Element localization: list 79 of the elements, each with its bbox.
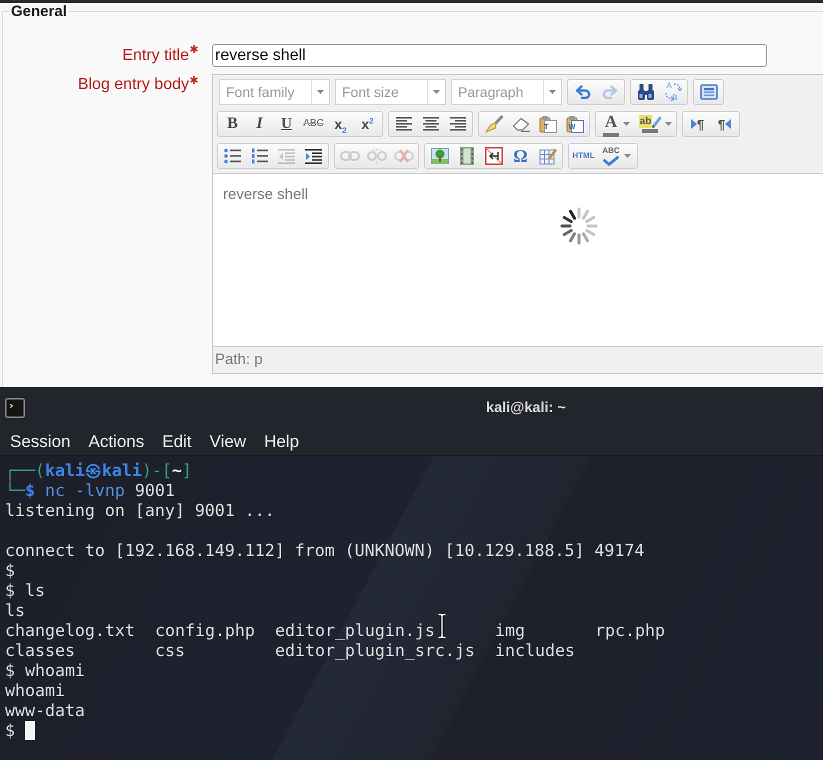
file-name: editor_plugin.js bbox=[275, 621, 435, 641]
menu-item[interactable]: Help bbox=[255, 428, 308, 455]
outdent-icon bbox=[278, 148, 295, 164]
caret-icon bbox=[317, 90, 324, 94]
menu-item[interactable]: Actions bbox=[79, 428, 154, 455]
output-line: $ whoami bbox=[5, 661, 86, 681]
highlight-button[interactable]: ab bbox=[636, 112, 675, 136]
chain-cross-icon bbox=[394, 149, 414, 163]
clipboard-icon bbox=[538, 115, 556, 133]
file-name: includes bbox=[495, 641, 575, 661]
eraser-icon bbox=[512, 116, 530, 132]
clipboard-icon bbox=[566, 115, 584, 133]
section-legend: General bbox=[9, 3, 69, 20]
pencil-icon bbox=[652, 116, 662, 128]
subscript-button[interactable]: x$_{2}$ bbox=[327, 112, 354, 136]
caret-icon bbox=[433, 90, 440, 94]
element-path: Path: p bbox=[215, 351, 263, 368]
crossed-box-icon bbox=[484, 147, 502, 165]
dotted-arrow-icon bbox=[664, 83, 682, 101]
bold-button[interactable]: B bbox=[219, 112, 246, 136]
caret-icon bbox=[549, 90, 556, 94]
align-center-icon bbox=[422, 117, 438, 131]
align-left-icon bbox=[396, 117, 412, 131]
window-icon bbox=[700, 84, 718, 100]
redo-icon bbox=[602, 85, 618, 99]
prompt-sign: $ bbox=[5, 721, 15, 740]
table-pencil-icon bbox=[538, 147, 556, 165]
window-title: kali@kali: ~ bbox=[486, 400, 566, 416]
output-line: connect to [192.168.149.112] from (UNKNOWN) [10.129.188.5] 49174 bbox=[5, 541, 646, 561]
output-line: ls bbox=[5, 601, 26, 621]
ltr-button[interactable]: ¶ bbox=[684, 112, 711, 136]
font-color-button[interactable]: A bbox=[597, 112, 636, 136]
file-name: config.php bbox=[155, 621, 255, 641]
special-char-button[interactable]: Ω bbox=[507, 144, 534, 168]
html-button[interactable]: HTML bbox=[570, 144, 597, 168]
broken-link-icon bbox=[366, 148, 386, 164]
triangle-icon bbox=[725, 119, 732, 129]
indent-icon bbox=[305, 148, 322, 164]
prompt-line: ┌──(kali㉿kali)-[~] bbox=[5, 461, 193, 480]
output-line: whoami bbox=[5, 681, 66, 701]
color-swatch-icon bbox=[603, 132, 619, 136]
italic-button[interactable]: I bbox=[246, 112, 273, 136]
file-name: img bbox=[495, 621, 525, 641]
checkmark-icon bbox=[603, 156, 619, 166]
menu-item[interactable]: Session bbox=[1, 428, 80, 455]
picture-icon bbox=[430, 148, 448, 164]
undo-icon bbox=[574, 85, 590, 99]
field-label: Blog entry body bbox=[78, 76, 189, 94]
film-strip-icon bbox=[460, 147, 474, 165]
file-name: editor_plugin_src.js bbox=[275, 641, 475, 661]
align-right-icon bbox=[450, 117, 466, 131]
editor-content-area[interactable]: reverse shell bbox=[213, 173, 823, 347]
output-line: listening on [any] 9001 ... bbox=[5, 501, 276, 521]
underline-button[interactable]: U bbox=[273, 112, 300, 136]
triangle-icon bbox=[690, 119, 697, 129]
text-cursor-icon bbox=[437, 613, 447, 639]
color-swatch-icon bbox=[642, 129, 658, 133]
spellcheck-button[interactable]: ABC bbox=[597, 144, 636, 168]
output-line: $ bbox=[5, 561, 16, 581]
superscript-button[interactable]: x$^{2}$ bbox=[354, 112, 381, 136]
menu-item[interactable]: Edit bbox=[153, 428, 201, 455]
file-name: css bbox=[155, 641, 185, 661]
title-input[interactable]: reverse shell bbox=[212, 44, 767, 67]
output-line: $ ls bbox=[5, 581, 46, 601]
file-name: changelog.txt bbox=[5, 621, 135, 641]
file-name: rpc.php bbox=[595, 621, 665, 641]
file-name: classes bbox=[5, 641, 75, 661]
rtl-button[interactable]: ¶ bbox=[711, 112, 738, 136]
paintbrush-icon bbox=[484, 115, 502, 133]
bullet-list-icon bbox=[224, 148, 241, 164]
body-text: reverse shell bbox=[223, 185, 308, 205]
menu-item[interactable]: View bbox=[200, 428, 256, 455]
terminal-icon bbox=[5, 398, 25, 418]
binoculars-icon bbox=[636, 84, 654, 100]
output-line: www-data bbox=[5, 701, 86, 721]
field-label: Entry title bbox=[122, 46, 189, 64]
numbered-list-icon bbox=[251, 148, 268, 164]
command-line: └─$ nc -lvnp 9001 bbox=[5, 481, 176, 501]
chain-link-icon bbox=[340, 150, 360, 162]
